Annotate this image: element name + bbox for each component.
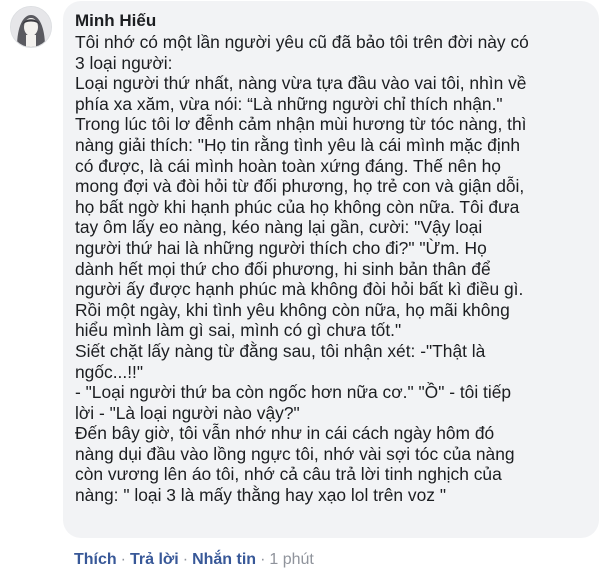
comment-line: họ bất ngờ khi hạnh phúc của họ không cò… <box>75 196 520 217</box>
comment-text: Tôi nhớ có một lần người yêu cũ đã bảo t… <box>75 32 587 506</box>
comment-line: phía xa xăm, vừa nói: “Là những người ch… <box>75 93 503 114</box>
avatar[interactable] <box>10 6 52 48</box>
comment-line: Đến bây giờ, tôi vẫn nhớ như in cái cách… <box>75 423 495 444</box>
comment-actions: Thích · Trả lời · Nhắn tin · 1 phút <box>74 549 314 571</box>
comment-line: nàng dụi đầu vào lồng ngực tôi, nhớ vài … <box>75 443 515 464</box>
timestamp[interactable]: 1 phút <box>269 551 313 568</box>
comment-bubble: Minh Hiếu Tôi nhớ có một lần người yêu c… <box>63 1 599 538</box>
comment-line: Rồi một ngày, khi tình yêu không còn nữa… <box>75 299 510 320</box>
comment-author[interactable]: Minh Hiếu <box>75 10 587 31</box>
comment-line: còn vương lên áo tôi, nhớ cả câu trả lời… <box>75 464 502 485</box>
separator: · <box>182 551 189 568</box>
comment-line: ngốc...!!" <box>75 361 144 382</box>
comment-line: lời - "Là loại người nào vậy?" <box>75 402 300 423</box>
comment-line: dành hết mọi thứ cho đối phương, hi sinh… <box>75 258 491 279</box>
comment-line: - "Loại người thứ ba còn ngốc hơn nữa cơ… <box>75 382 512 403</box>
comment-line: mong đợi và đòi hỏi từ đối phương, họ tr… <box>75 176 525 197</box>
comment-line: người thứ hai là những người thích cho đ… <box>75 237 487 258</box>
user-avatar-icon <box>11 7 51 47</box>
comment-line: có được, là cái mình hoàn toàn xứng đáng… <box>75 155 501 176</box>
comment-line: Tôi nhớ có một lần người yêu cũ đã bảo t… <box>75 32 529 52</box>
comment-line: 3 loại người: <box>75 52 173 73</box>
comment-line: Loại người thứ nhất, nàng vừa tựa đầu và… <box>75 73 527 94</box>
comment-line: người ấy được hạnh phúc mà không đòi hỏi… <box>75 279 524 300</box>
like-button[interactable]: Thích <box>74 551 117 568</box>
comment-line: Siết chặt lấy nàng từ đằng sau, tôi nhận… <box>75 340 486 361</box>
comment-line: tay ôm lấy eo nàng, kéo nàng lại gần, cư… <box>75 217 483 238</box>
reply-button[interactable]: Trả lời <box>130 551 179 568</box>
comment-line: Trong lúc tôi lơ đễnh cảm nhận mùi hương… <box>75 114 527 135</box>
comment-line: hiểu mình làm gì sai, mình có gì chưa tố… <box>75 320 402 341</box>
separator: · <box>120 551 126 568</box>
message-button[interactable]: Nhắn tin <box>192 551 256 568</box>
comment-line: nàng: " loại 3 là mấy thằng hay xạo lol … <box>75 485 447 506</box>
comment-line: nàng giải thích: "Họ tin rằng tình yêu l… <box>75 134 521 155</box>
separator: · <box>260 551 266 568</box>
